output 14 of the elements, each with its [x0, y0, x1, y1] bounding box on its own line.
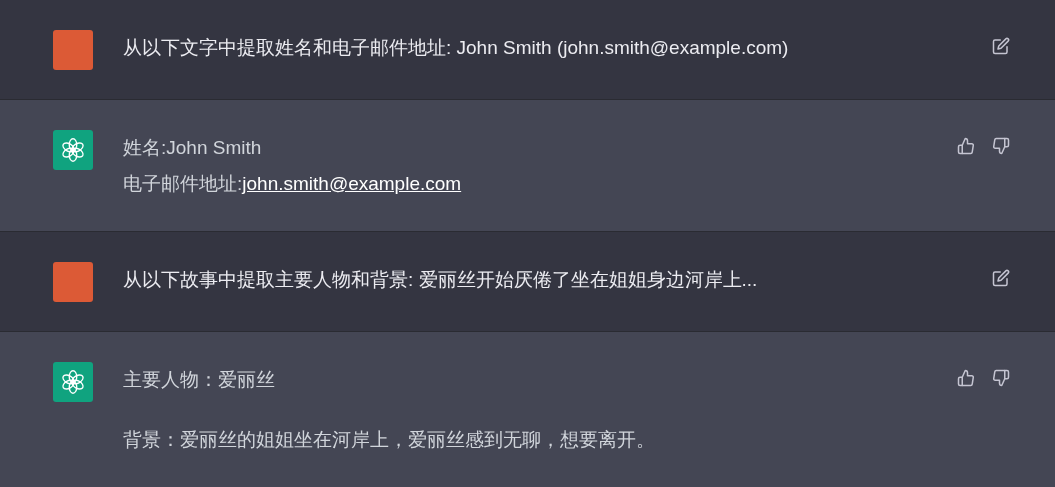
response-text: 背景：爱丽丝的姐姐坐在河岸上，爱丽丝感到无聊，想要离开。 — [123, 428, 656, 452]
email-link[interactable]: john.smith@example.com — [242, 173, 462, 194]
user-avatar — [53, 30, 93, 70]
response-text: 主要人物：爱丽丝 — [123, 368, 276, 392]
thumbs-up-icon[interactable] — [957, 369, 975, 387]
message-text: 从以下故事中提取主要人物和背景: 爱丽丝开始厌倦了坐在姐姐身边河岸上... — [123, 268, 759, 292]
thumbs-down-icon[interactable] — [992, 369, 1010, 387]
thumbs-down-icon[interactable] — [992, 137, 1010, 155]
response-text: 姓名:John Smith — [123, 136, 263, 160]
edit-icon[interactable] — [992, 37, 1010, 55]
edit-icon[interactable] — [992, 269, 1010, 287]
user-avatar — [53, 262, 93, 302]
message-text: 从以下文字中提取姓名和电子邮件地址: John Smith (john.smith@example.com) — [123, 36, 790, 60]
thumbs-up-icon[interactable] — [957, 137, 975, 155]
